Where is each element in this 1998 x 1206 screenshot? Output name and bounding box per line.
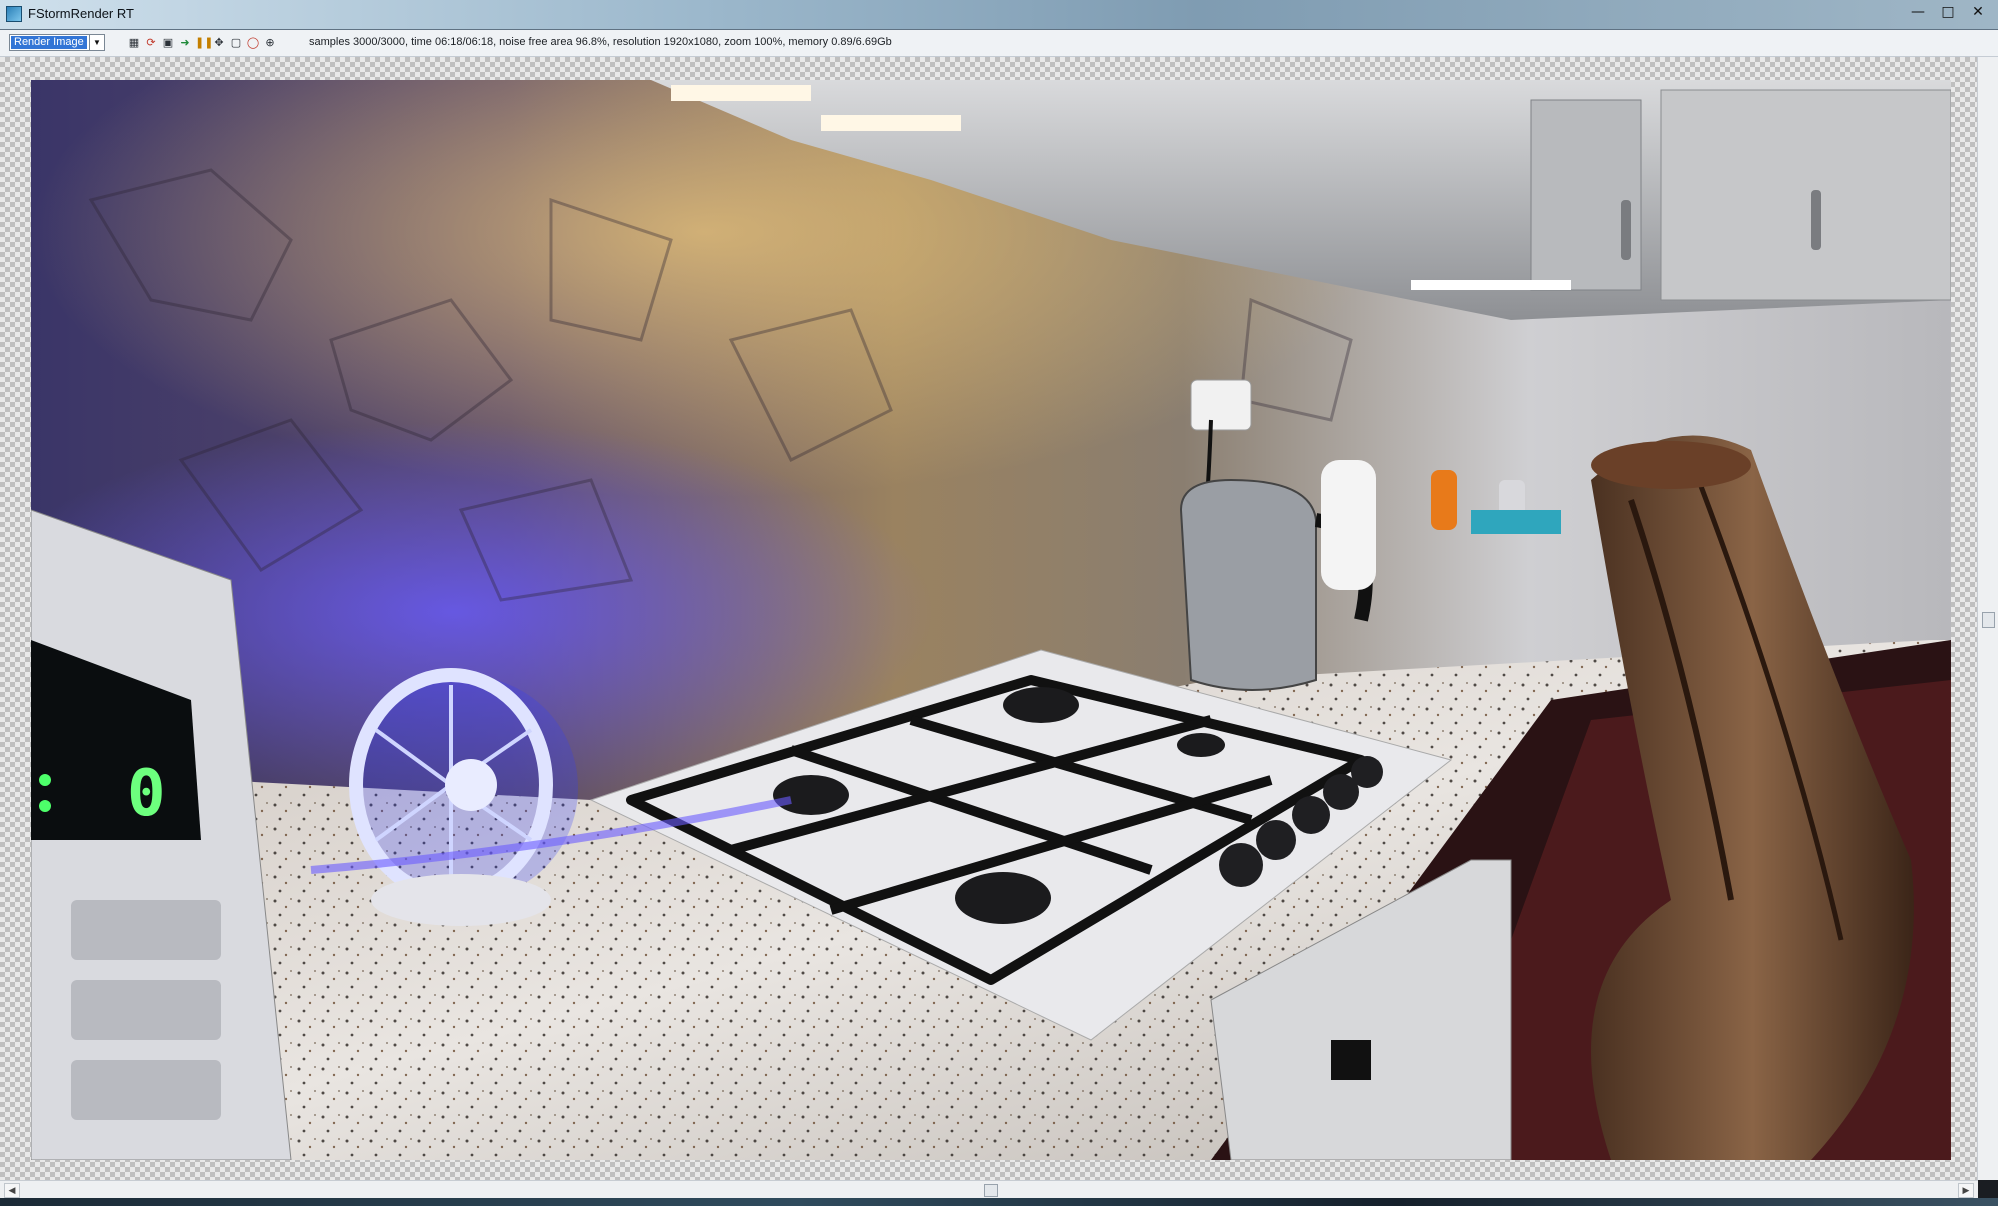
render-channel-select[interactable]: Render Image ▼ <box>9 34 105 51</box>
toolbar-icons: ▦ ⟳ ▣ ➜ ❚❚ ✥ ▢ ◯ ⊕ <box>127 36 277 50</box>
export-icon[interactable]: ➜ <box>178 36 192 50</box>
render-channel-value: Render Image <box>11 36 87 49</box>
scroll-left-icon[interactable]: ◀ <box>4 1183 20 1198</box>
maximize-icon[interactable]: □ <box>1934 2 1962 22</box>
chevron-down-icon[interactable]: ▼ <box>89 35 104 50</box>
horizontal-scrollbar[interactable]: ◀ ▶ <box>0 1180 1978 1199</box>
scroll-right-icon[interactable]: ▶ <box>1958 1183 1974 1198</box>
refresh-icon[interactable]: ⟳ <box>144 36 158 50</box>
kitchen-render-image: 0 <box>31 80 1951 1160</box>
pause-icon[interactable]: ❚❚ <box>195 36 213 50</box>
render-status-text: samples 3000/3000, time 06:18/06:18, noi… <box>309 36 892 48</box>
fit-icon[interactable]: ✥ <box>212 36 226 50</box>
close-icon[interactable]: ✕ <box>1964 2 1992 22</box>
scrollbar-thumb[interactable] <box>1982 612 1995 628</box>
toolbar: Render Image ▼ ▦ ⟳ ▣ ➜ ❚❚ ✥ ▢ ◯ ⊕ sample… <box>0 30 1998 57</box>
lock-icon[interactable]: ⊕ <box>263 36 277 50</box>
title-bar: FStormRender RT — □ ✕ <box>0 0 1998 30</box>
desktop-strip <box>0 1198 1998 1206</box>
scrollbar-thumb[interactable] <box>984 1184 998 1197</box>
vertical-scrollbar[interactable] <box>1977 57 1998 1180</box>
save-icon[interactable]: ▣ <box>161 36 175 50</box>
region-icon[interactable]: ▦ <box>127 36 141 50</box>
appliance-display-digit: 0 <box>127 757 166 831</box>
frame-icon[interactable]: ▢ <box>229 36 243 50</box>
zoom-region-icon[interactable]: ◯ <box>246 36 260 50</box>
minimize-icon[interactable]: — <box>1904 2 1932 22</box>
window-title: FStormRender RT <box>28 6 134 21</box>
render-preview[interactable]: 0 <box>31 80 1951 1160</box>
window-controls: — □ ✕ <box>1904 2 1992 22</box>
app-icon <box>6 6 22 22</box>
